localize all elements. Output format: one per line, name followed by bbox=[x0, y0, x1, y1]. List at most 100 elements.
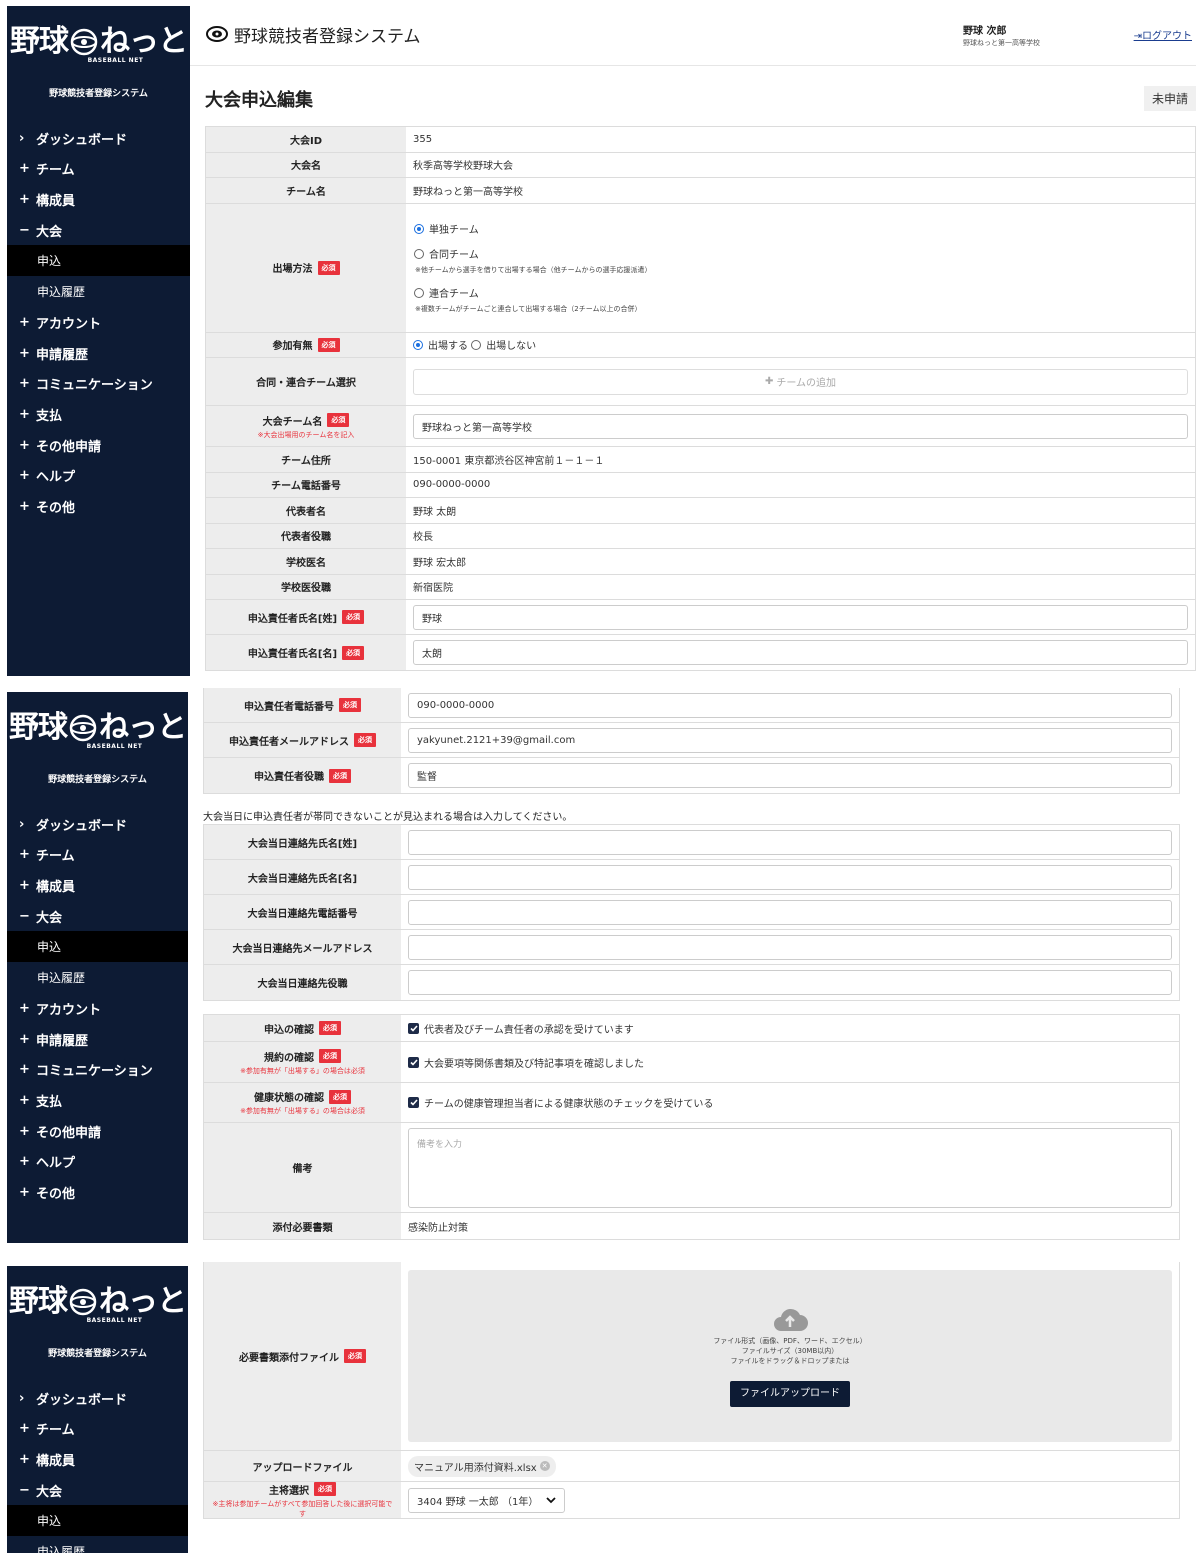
sidebar-item-label: 大会 bbox=[36, 910, 63, 926]
sidebar-item-other[interactable]: + その他 bbox=[7, 1177, 188, 1208]
representative-title-value: 校長 bbox=[413, 532, 433, 544]
checkbox-checked-icon[interactable] bbox=[408, 1022, 419, 1034]
sidebar-item-communication[interactable]: + コミュニケーション bbox=[7, 369, 190, 400]
sidebar-item-account[interactable]: + アカウント bbox=[7, 993, 188, 1024]
required-badge: 必須 bbox=[354, 733, 376, 747]
tournament-team-name-input[interactable]: 野球ねっと第一高等学校 bbox=[413, 413, 1188, 439]
remarks-textarea[interactable]: 備考を入力 bbox=[408, 1127, 1172, 1208]
remove-file-icon[interactable]: ✕ bbox=[539, 1461, 550, 1471]
checkbox-checked-icon[interactable] bbox=[408, 1056, 419, 1068]
sidebar-subitem-apply-history[interactable]: 申込履歴 bbox=[7, 962, 188, 993]
label-text: 申込責任者メールアドレス bbox=[229, 736, 349, 748]
logo-text-right: ねっと bbox=[100, 23, 188, 59]
checkbox-checked-icon[interactable] bbox=[408, 1097, 419, 1108]
sidebar-item-help[interactable]: + ヘルプ bbox=[7, 1146, 188, 1177]
applicant-last-input[interactable]: 野球 bbox=[413, 604, 1188, 630]
day-contact-first-input[interactable] bbox=[408, 864, 1172, 890]
sidebar-subitem-apply[interactable]: 申込 bbox=[7, 931, 188, 963]
representative-value: 野球 太朗 bbox=[413, 506, 457, 518]
sidebar-item-dashboard[interactable]: › ダッシュボード bbox=[7, 1383, 188, 1414]
day-contact-title-input[interactable] bbox=[408, 970, 1172, 995]
sidebar-item-other[interactable]: + その他 bbox=[7, 491, 190, 522]
applicant-title-input[interactable]: 監督 bbox=[408, 763, 1172, 788]
sidebar-subitem-apply-history[interactable]: 申込履歴 bbox=[7, 1536, 188, 1553]
sidebar: 野球 ねっと BASEBALL NET 野球競技者登録システム › ダッシュボード… bbox=[7, 6, 190, 676]
sidebar-item-tournament[interactable]: − 大会 bbox=[7, 215, 190, 246]
plus-icon: + bbox=[19, 847, 30, 863]
sidebar-item-help[interactable]: + ヘルプ bbox=[7, 460, 190, 491]
file-upload-button[interactable]: ファイルアップロード bbox=[730, 1380, 850, 1407]
day-contact-last-input[interactable] bbox=[408, 829, 1172, 855]
radio-option-single-team[interactable]: 単独チーム bbox=[414, 221, 479, 236]
sidebar-item-dashboard[interactable]: › ダッシュボード bbox=[7, 809, 188, 840]
sidebar-item-communication[interactable]: + コミュニケーション bbox=[7, 1055, 188, 1086]
day-contact-email-input[interactable] bbox=[408, 934, 1172, 960]
required-badge: 必須 bbox=[317, 337, 340, 352]
sidebar-item-members[interactable]: + 構成員 bbox=[7, 184, 190, 215]
label-text: 健康状態の確認 bbox=[254, 1093, 324, 1104]
sidebar-item-members[interactable]: + 構成員 bbox=[7, 1444, 188, 1475]
sidebar-item-label: 構成員 bbox=[36, 879, 76, 895]
radio-label: 単独チーム bbox=[429, 225, 479, 236]
sidebar-item-payment[interactable]: + 支払 bbox=[7, 399, 190, 430]
confirm-application-checkbox[interactable]: 代表者及びチーム責任者の承認を受けています bbox=[401, 1015, 1179, 1041]
confirm-rules-checkbox[interactable]: 大会要項等関係書類及び特記事項を確認しました bbox=[401, 1042, 1179, 1082]
sidebar-subitem-apply[interactable]: 申込 bbox=[7, 1505, 188, 1537]
sidebar-item-team[interactable]: + チーム bbox=[7, 154, 190, 185]
applicant-phone-input[interactable]: 090-0000-0000 bbox=[408, 692, 1172, 718]
sidebar-item-account[interactable]: + アカウント bbox=[7, 307, 190, 338]
radio-option-combined-team[interactable]: 連合チーム ※複数チームがチームごと連合して出場する場合（2チーム以上の合併） bbox=[414, 285, 641, 314]
plus-icon: + bbox=[19, 1451, 30, 1467]
radio-icon[interactable] bbox=[414, 287, 424, 298]
field-label: 主将選択 必須 ※主将は参加チームがすべて参加回答した後に選択可能です bbox=[204, 1482, 401, 1518]
radio-option-joint-team[interactable]: 合同チーム ※他チームから選手を借りて出場する場合（他チームからの選手応援派遣） bbox=[414, 246, 651, 275]
sidebar-item-other-requests[interactable]: + その他申請 bbox=[7, 430, 190, 461]
sidebar-item-tournament[interactable]: − 大会 bbox=[7, 1475, 188, 1506]
radio-icon[interactable] bbox=[471, 339, 482, 350]
radio-selected-icon[interactable] bbox=[413, 339, 423, 350]
plus-icon: + bbox=[19, 498, 30, 514]
file-drop-zone[interactable]: ファイル形式（画像、PDF、ワード、エクセル） ファイルサイズ（30MB以内） … bbox=[408, 1270, 1172, 1442]
row-representative-title: 代表者役職 校長 bbox=[206, 523, 1195, 549]
plus-icon: + bbox=[19, 1154, 30, 1170]
sidebar-item-payment[interactable]: + 支払 bbox=[7, 1085, 188, 1116]
row-day-contact-email: 大会当日連絡先メールアドレス bbox=[204, 930, 1179, 965]
required-badge: 必須 bbox=[329, 1089, 351, 1104]
participation-no[interactable]: 出場しない bbox=[486, 337, 536, 352]
participation-yes[interactable]: 出場する bbox=[428, 337, 468, 352]
day-contact-phone-input[interactable] bbox=[408, 899, 1172, 925]
applicant-first-input[interactable]: 太朗 bbox=[413, 640, 1188, 665]
captain-select[interactable]: 3404 野球 一太郎 （1年） bbox=[408, 1487, 566, 1513]
sidebar-item-label: ダッシュボード bbox=[36, 132, 128, 148]
confirm-health-checkbox[interactable]: チームの健康管理担当者による健康状態のチェックを受けている bbox=[401, 1083, 1179, 1122]
top-bar: 野球競技者登録システム 野球 次郎 野球ねっと第一高等学校 ⇥ログアウト bbox=[190, 0, 1196, 66]
applicant-last-cell: 野球 bbox=[406, 600, 1195, 634]
field-note: ※参加有無が「出場する」の場合は必須 bbox=[240, 1107, 365, 1115]
field-label: 申込の確認 必須 bbox=[204, 1015, 401, 1041]
row-team-phone: チーム電話番号 090-0000-0000 bbox=[206, 472, 1195, 498]
radio-icon[interactable] bbox=[414, 248, 424, 259]
sidebar-menu: › ダッシュボード + チーム + 構成員 − 大会 申込 申込履歴 bbox=[7, 1383, 188, 1553]
radio-selected-icon[interactable] bbox=[414, 223, 424, 234]
sidebar-subitem-apply-history[interactable]: 申込履歴 bbox=[7, 276, 190, 307]
sidebar-subitem-apply[interactable]: 申込 bbox=[7, 245, 190, 277]
add-team-button[interactable]: ✚ チームの追加 bbox=[413, 368, 1188, 395]
sidebar-item-members[interactable]: + 構成員 bbox=[7, 870, 188, 901]
sidebar-item-team[interactable]: + チーム bbox=[7, 1414, 188, 1445]
sidebar-item-request-history[interactable]: + 申請履歴 bbox=[7, 1024, 188, 1055]
sidebar-item-label: 大会 bbox=[36, 224, 63, 240]
sidebar-item-dashboard[interactable]: › ダッシュボード bbox=[7, 123, 190, 154]
sidebar-item-request-history[interactable]: + 申請履歴 bbox=[7, 338, 190, 369]
sidebar-item-tournament[interactable]: − 大会 bbox=[7, 901, 188, 932]
plus-icon: + bbox=[19, 468, 30, 484]
field-label: 大会チーム名 必須 ※大会出場用のチーム名を記入 bbox=[206, 406, 406, 446]
applicant-email-input[interactable]: yakyunet.2121+39@gmail.com bbox=[408, 727, 1172, 753]
logout-link[interactable]: ⇥ログアウト bbox=[1134, 27, 1192, 42]
remarks-cell: 備考を入力 bbox=[401, 1123, 1179, 1212]
plus-icon: + bbox=[19, 345, 30, 361]
sidebar-item-team[interactable]: + チーム bbox=[7, 840, 188, 871]
sidebar-item-other-requests[interactable]: + その他申請 bbox=[7, 1116, 188, 1147]
baseball-icon bbox=[69, 714, 97, 741]
required-badge: 必須 bbox=[327, 413, 350, 427]
row-attachment-type: 添付必要書類 感染防止対策 bbox=[204, 1213, 1179, 1239]
